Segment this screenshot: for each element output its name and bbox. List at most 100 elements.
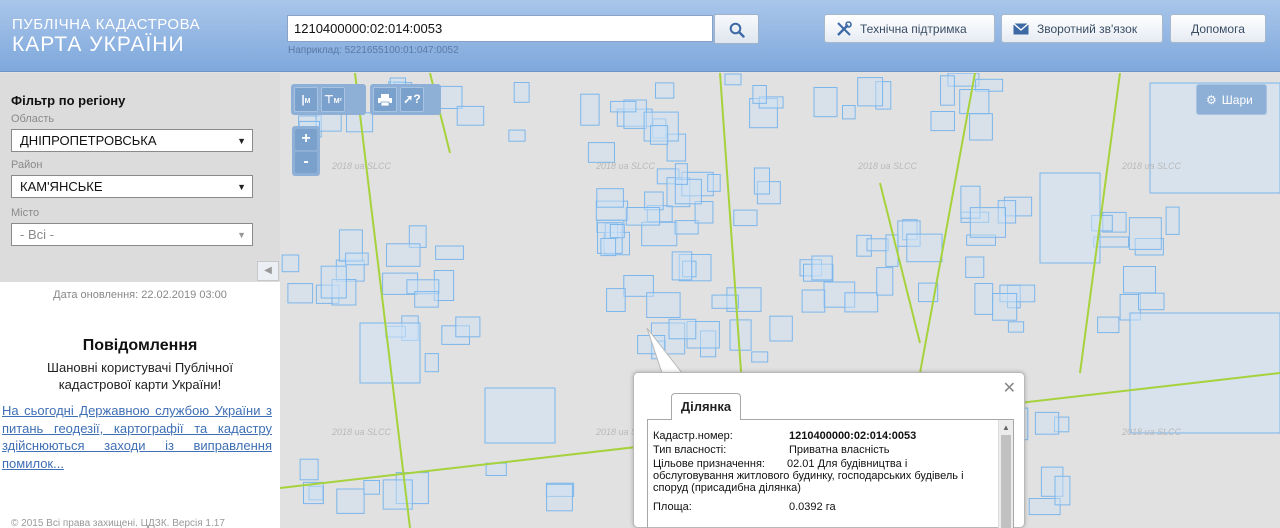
parcel <box>1039 172 1101 264</box>
measure-length-button[interactable]: |M <box>294 87 318 112</box>
parcel <box>969 113 993 141</box>
parcel <box>587 142 615 163</box>
parcel <box>857 77 884 107</box>
scrollbar-thumb[interactable] <box>1001 435 1011 528</box>
parcel <box>930 111 955 132</box>
region-label: Область <box>11 113 55 125</box>
parcel <box>646 292 681 318</box>
cursor-help-icon: ➚? <box>403 92 421 106</box>
city-label: Місто <box>11 207 40 219</box>
parcel <box>733 209 758 227</box>
parcel <box>606 288 626 313</box>
ownership-value: Приватна власність <box>789 444 890 456</box>
parcel <box>959 89 990 115</box>
parcel <box>866 238 889 252</box>
parcel <box>455 316 481 338</box>
parcel <box>674 163 688 185</box>
parcel <box>844 292 879 313</box>
filter-title: Фільтр по регіону <box>11 93 126 108</box>
parcel-popup: ✕ Ділянка Кадастр.номер: 1210400000:02:0… <box>633 372 1025 528</box>
search-button[interactable] <box>714 14 759 44</box>
parcel <box>974 283 994 315</box>
district-select[interactable]: КАМ'ЯНСЬКЕ ▼ <box>11 175 253 198</box>
update-date: Дата оновлення: 22.02.2019 03:00 <box>53 289 227 301</box>
search-input[interactable]: 1210400000:02:014:0053 <box>287 15 713 42</box>
parcel <box>751 351 769 363</box>
watermark: 2018 ua SLCC <box>857 161 918 171</box>
city-select-value: - Всі - <box>20 227 54 242</box>
identify-button[interactable]: ➚? <box>400 87 424 112</box>
printer-icon <box>378 94 392 107</box>
layers-button[interactable]: ⚙ Шари <box>1196 84 1267 115</box>
parcel <box>600 237 617 257</box>
help-button-label: Допомога <box>1191 21 1245 36</box>
parcel <box>769 315 793 342</box>
watermark: 2018 ua SLCC <box>1121 427 1182 437</box>
parcel <box>1129 312 1280 434</box>
parcel <box>625 207 661 226</box>
parcel <box>546 483 573 512</box>
measure-area-button[interactable]: ⊤M² <box>321 87 345 112</box>
envelope-icon <box>1013 22 1029 34</box>
parcel <box>813 87 838 118</box>
ownership-label: Тип власності: <box>653 444 727 456</box>
parcel <box>281 254 300 273</box>
help-button[interactable]: Допомога <box>1170 14 1266 43</box>
cadastral-label: Кадастр.номер: <box>653 430 733 442</box>
purpose-label: Цільове призначення: <box>653 458 765 470</box>
parcel <box>811 255 833 281</box>
feedback-button-label: Зворотний зв'язок <box>1037 21 1138 36</box>
measure-length-glyph: M <box>304 98 311 105</box>
area-label: Площа: <box>653 501 692 513</box>
tab-parcel[interactable]: Ділянка <box>671 393 741 420</box>
chevron-down-icon: ▼ <box>237 182 246 192</box>
area-ruler-icon: ⊤ <box>324 94 334 106</box>
parcel <box>650 125 669 145</box>
parcel <box>609 224 625 239</box>
parcel <box>580 93 600 126</box>
chevron-down-icon: ▼ <box>237 136 246 146</box>
parcel <box>876 267 894 296</box>
parcel <box>1034 411 1060 435</box>
parcel <box>752 85 767 104</box>
logo[interactable]: ПУБЛІЧНА КАДАСТРОВА КАРТА УКРАЇНИ <box>12 16 200 57</box>
parcel <box>320 265 347 299</box>
parcel <box>668 318 697 340</box>
purpose-row: Цільове призначення: 02.01 Для будівництв… <box>653 458 989 494</box>
logo-line2: КАРТА УКРАЇНИ <box>12 33 185 56</box>
zoom-out-button[interactable]: - <box>295 152 317 173</box>
parcel <box>969 207 1006 238</box>
print-button[interactable] <box>373 87 397 112</box>
watermark: 2018 ua SLCC <box>331 161 392 171</box>
watermark: 2018 ua SLCC <box>595 161 656 171</box>
message-link[interactable]: На сьогодні Державною службою України з … <box>2 402 272 472</box>
parcel <box>801 289 826 313</box>
city-select[interactable]: - Всі - ▼ <box>11 223 253 246</box>
close-icon[interactable]: ✕ <box>1003 378 1016 398</box>
parcel <box>456 105 485 126</box>
parcel <box>671 251 693 281</box>
parcel <box>992 293 1018 321</box>
parcel <box>707 174 721 192</box>
parcel <box>965 256 985 278</box>
parcel <box>363 480 381 495</box>
search-icon <box>729 22 745 38</box>
feedback-button[interactable]: Зворотний зв'язок <box>1001 14 1163 43</box>
zoom-in-button[interactable]: + <box>295 129 317 150</box>
zoom-control: + - <box>292 126 320 176</box>
popup-scrollbar[interactable]: ▲ <box>998 420 1013 528</box>
parcel <box>906 233 943 263</box>
region-select[interactable]: ДНІПРОПЕТРОВСЬКА ▼ <box>11 129 253 152</box>
copyright: © 2015 Всі права захищені. ЦДЗК. Версія … <box>11 518 225 528</box>
parcel <box>729 319 752 351</box>
support-button[interactable]: Технічна підтримка <box>824 14 995 43</box>
message-body: Шановні користувачі Публічної кадастрово… <box>47 360 233 392</box>
parcel <box>424 353 439 373</box>
cadastral-value: 1210400000:02:014:0053 <box>789 430 917 442</box>
area-value: 0.0392 га <box>789 501 836 513</box>
message-title: Повідомлення <box>82 337 198 354</box>
region-filter: Фільтр по регіону Область ДНІПРОПЕТРОВСЬ… <box>0 73 280 282</box>
measure-toolbar: |M ⊤M² <box>291 84 366 115</box>
collapse-panel-button[interactable]: ◀ <box>257 261 279 281</box>
parcel <box>386 243 421 267</box>
